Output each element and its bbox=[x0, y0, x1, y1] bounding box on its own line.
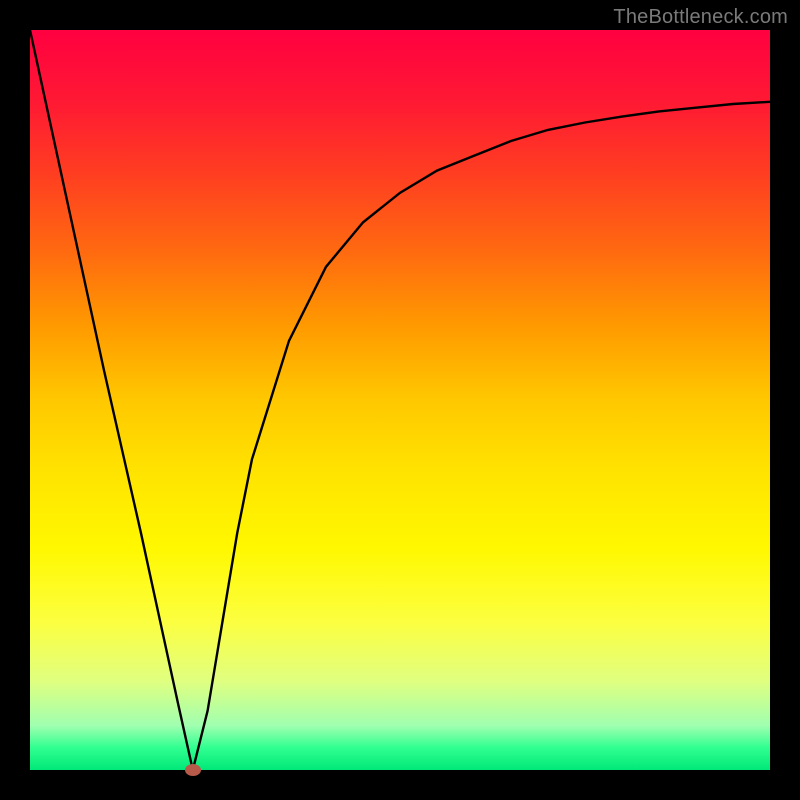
bottleneck-curve bbox=[30, 30, 770, 770]
optimal-point-marker bbox=[185, 764, 201, 776]
watermark-text: TheBottleneck.com bbox=[613, 6, 788, 29]
plot-area bbox=[30, 30, 770, 770]
